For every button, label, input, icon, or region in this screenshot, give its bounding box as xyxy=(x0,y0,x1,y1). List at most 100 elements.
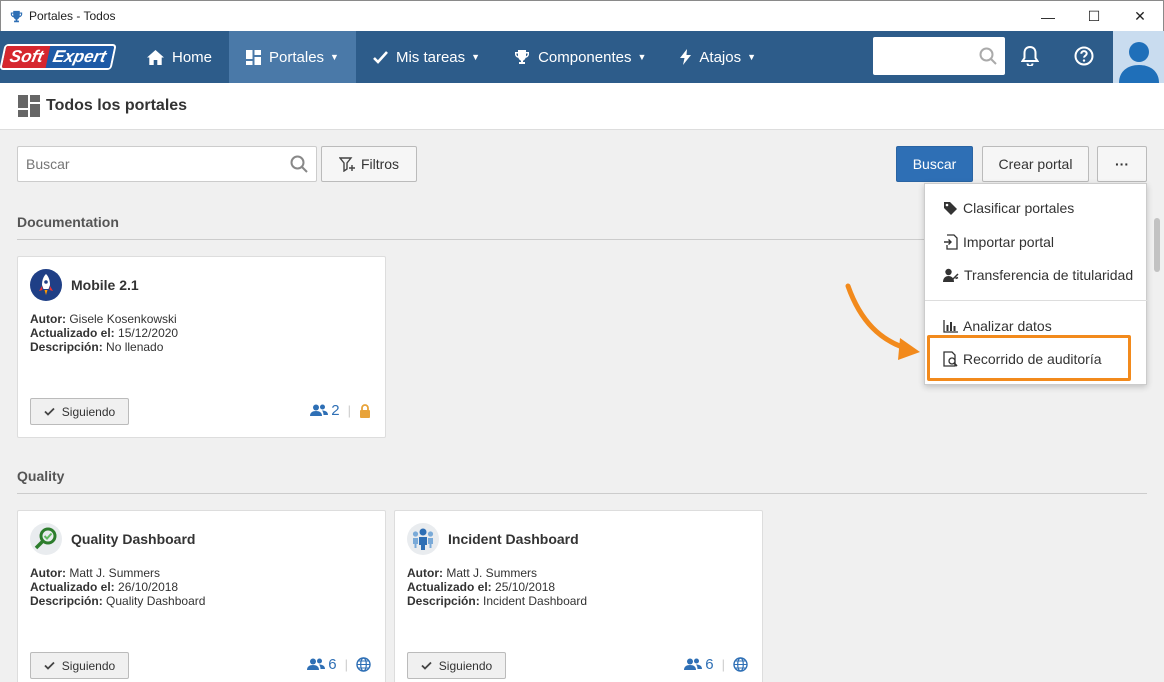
filters-button[interactable]: Filtros xyxy=(321,146,417,182)
stats-separator: | xyxy=(344,657,348,672)
chevron-down-icon: ▼ xyxy=(637,52,647,62)
users-icon[interactable] xyxy=(310,404,329,417)
following-button[interactable]: Siguiendo xyxy=(30,398,129,425)
updated-value: 25/10/2018 xyxy=(495,580,556,594)
more-options-button[interactable]: ··· xyxy=(1097,146,1147,182)
following-label: Siguiendo xyxy=(438,658,493,673)
notifications-button[interactable] xyxy=(1013,39,1047,73)
description-label: Descripción: xyxy=(30,340,103,354)
users-icon[interactable] xyxy=(684,658,703,671)
nav-mis-tareas[interactable]: Mis tareas ▼ xyxy=(356,31,497,83)
card-meta: Autor: Matt J. Summers Actualizado el: 2… xyxy=(30,566,205,608)
softexpert-logo[interactable]: Soft Expert xyxy=(0,31,130,83)
portal-card-mobile[interactable]: Mobile 2.1 Autor: Gisele Kosenkowski Act… xyxy=(17,256,386,438)
scrollbar-thumb[interactable] xyxy=(1154,218,1160,272)
window-title: Portales - Todos xyxy=(29,9,116,23)
nav-home-label: Home xyxy=(172,48,213,66)
portal-card-quality-dashboard[interactable]: Quality Dashboard Autor: Matt J. Summers… xyxy=(17,510,386,682)
search-button[interactable]: Buscar xyxy=(896,146,973,182)
rocket-icon xyxy=(30,269,62,301)
stats-separator: | xyxy=(721,657,725,672)
nav-portales[interactable]: Portales ▼ xyxy=(229,31,356,83)
description-value: Incident Dashboard xyxy=(483,594,588,608)
updated-value: 26/10/2018 xyxy=(118,580,179,594)
following-label: Siguiendo xyxy=(61,404,116,419)
menu-item-analyze-data[interactable]: Analizar datos xyxy=(943,318,1052,334)
lock-icon xyxy=(360,403,370,418)
members-count: 6 xyxy=(328,656,337,673)
members-count: 2 xyxy=(331,402,340,419)
globe-icon xyxy=(356,657,371,672)
nav-atajos-label: Atajos xyxy=(699,48,742,66)
close-window-button[interactable]: ✕ xyxy=(1117,1,1163,32)
menu-item-label: Importar portal xyxy=(963,234,1055,250)
author-label: Autor: xyxy=(30,566,66,580)
menu-item-label: Clasificar portales xyxy=(963,200,1075,216)
user-transfer-icon xyxy=(943,268,959,282)
user-avatar-icon xyxy=(1118,42,1159,83)
stats-separator: | xyxy=(347,403,351,418)
section-title-quality: Quality xyxy=(17,468,65,484)
menu-item-import-portal[interactable]: Importar portal xyxy=(943,234,1054,250)
bolt-icon xyxy=(680,49,692,65)
maximize-button[interactable]: ☐ xyxy=(1071,1,1117,32)
menu-item-label: Transferencia de titularidad xyxy=(964,267,1134,283)
dashboard-icon xyxy=(18,95,40,117)
card-stats: 6 | xyxy=(684,656,748,673)
description-value: No llenado xyxy=(106,340,164,354)
card-title[interactable]: Incident Dashboard xyxy=(448,531,579,547)
updated-value: 15/12/2020 xyxy=(118,326,179,340)
main-navbar: Soft Expert Home Portales ▼ Mis tareas ▼… xyxy=(0,31,1164,83)
chevron-down-icon: ▼ xyxy=(330,52,339,62)
portals-icon xyxy=(246,49,262,65)
check-icon xyxy=(44,407,55,416)
author-label: Autor: xyxy=(30,312,66,326)
search-icon xyxy=(290,155,308,173)
window-titlebar: Portales - Todos — ☐ ✕ xyxy=(0,0,1164,31)
chevron-down-icon: ▼ xyxy=(471,52,481,62)
menu-item-ownership-transfer[interactable]: Transferencia de titularidad xyxy=(943,267,1133,283)
portal-card-incident-dashboard[interactable]: Incident Dashboard Autor: Matt J. Summer… xyxy=(394,510,763,682)
page-header: Todos los portales xyxy=(0,83,1164,130)
global-search-input[interactable] xyxy=(873,37,1005,75)
card-meta: Autor: Matt J. Summers Actualizado el: 2… xyxy=(407,566,587,608)
search-icon xyxy=(979,47,997,65)
check-icon xyxy=(44,661,55,670)
content-scrollbar[interactable] xyxy=(1150,130,1164,682)
author-value: Matt J. Summers xyxy=(69,566,161,580)
author-label: Autor: xyxy=(407,566,443,580)
section-divider xyxy=(17,493,1147,494)
logo-soft-text: Soft xyxy=(1,46,51,68)
menu-divider xyxy=(925,300,1148,301)
portal-search-input[interactable] xyxy=(26,156,290,172)
members-count: 6 xyxy=(705,656,714,673)
following-button[interactable]: Siguiendo xyxy=(30,652,129,679)
nav-componentes-label: Componentes xyxy=(538,48,632,66)
following-label: Siguiendo xyxy=(61,658,116,673)
users-icon[interactable] xyxy=(307,658,326,671)
author-value: Gisele Kosenkowski xyxy=(69,312,177,326)
description-label: Descripción: xyxy=(30,594,103,608)
minimize-button[interactable]: — xyxy=(1025,1,1071,32)
globe-icon xyxy=(733,657,748,672)
card-title[interactable]: Quality Dashboard xyxy=(71,531,195,547)
bar-chart-icon xyxy=(943,319,958,333)
create-portal-button[interactable]: Crear portal xyxy=(982,146,1089,182)
annotation-arrow xyxy=(845,283,920,360)
updated-label: Actualizado el: xyxy=(407,580,492,594)
description-label: Descripción: xyxy=(407,594,480,608)
user-avatar[interactable] xyxy=(1113,31,1164,83)
help-button[interactable] xyxy=(1067,39,1101,73)
portal-search-box[interactable] xyxy=(17,146,317,182)
nav-atajos[interactable]: Atajos ▼ xyxy=(663,31,773,83)
bell-icon xyxy=(1021,46,1039,66)
menu-item-classify-portals[interactable]: Clasificar portales xyxy=(943,200,1074,216)
home-icon xyxy=(147,49,164,65)
following-button[interactable]: Siguiendo xyxy=(407,652,506,679)
trophy-icon xyxy=(515,50,530,64)
nav-home[interactable]: Home xyxy=(130,31,229,83)
card-title[interactable]: Mobile 2.1 xyxy=(71,277,139,293)
updated-label: Actualizado el: xyxy=(30,326,115,340)
card-stats: 6 | xyxy=(307,656,371,673)
nav-componentes[interactable]: Componentes ▼ xyxy=(497,31,663,83)
